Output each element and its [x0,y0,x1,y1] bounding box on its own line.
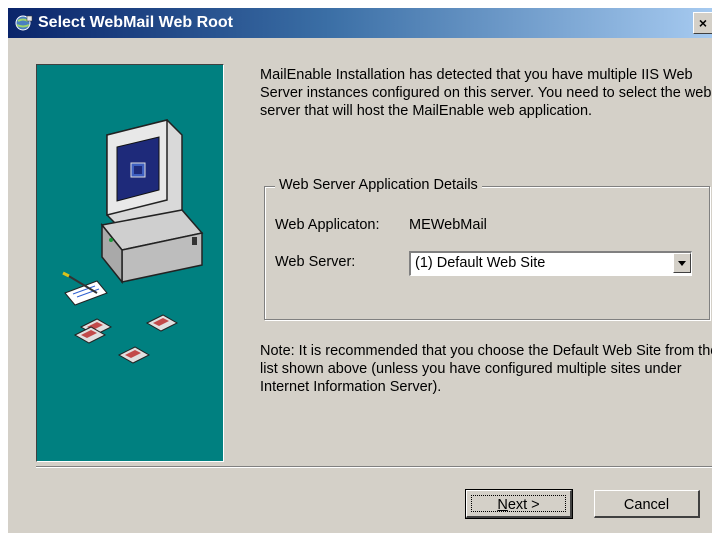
note-text: Note: It is recommended that you choose … [260,343,712,395]
dialog-window: Select WebMail Web Root × MailEnable Ins… [0,0,712,533]
side-illustration-panel [36,64,224,462]
web-server-label: Web Server: [275,254,356,270]
close-button[interactable]: × [693,12,712,34]
web-application-value: MEWebMail [409,217,487,233]
intro-text: MailEnable Installation has detected tha… [260,67,712,119]
next-mnemonic: N [497,497,508,513]
web-server-details-group: Web Server Application Details Web Appli… [264,177,710,320]
group-legend: Web Server Application Details [275,177,482,193]
title-bar[interactable]: Select WebMail Web Root × [8,8,712,38]
web-application-label: Web Applicaton: [275,217,380,233]
cancel-button[interactable]: Cancel [594,490,700,518]
dialog-client-area: MailEnable Installation has detected tha… [8,38,712,533]
web-server-selected-value: (1) Default Web Site [415,255,546,271]
cancel-label: Cancel [623,497,670,513]
web-server-select[interactable]: (1) Default Web Site [409,251,692,276]
next-label: ext > [507,497,540,513]
close-icon: × [698,15,708,31]
next-button[interactable]: Next > [465,489,573,519]
window-title: Select WebMail Web Root [38,14,233,31]
combo-dropdown-arrow-icon[interactable] [673,253,691,273]
computer-illustration [62,119,204,364]
button-separator [36,466,712,468]
installer-globe-icon [15,15,33,31]
floppy-disk-icon [73,314,179,364]
